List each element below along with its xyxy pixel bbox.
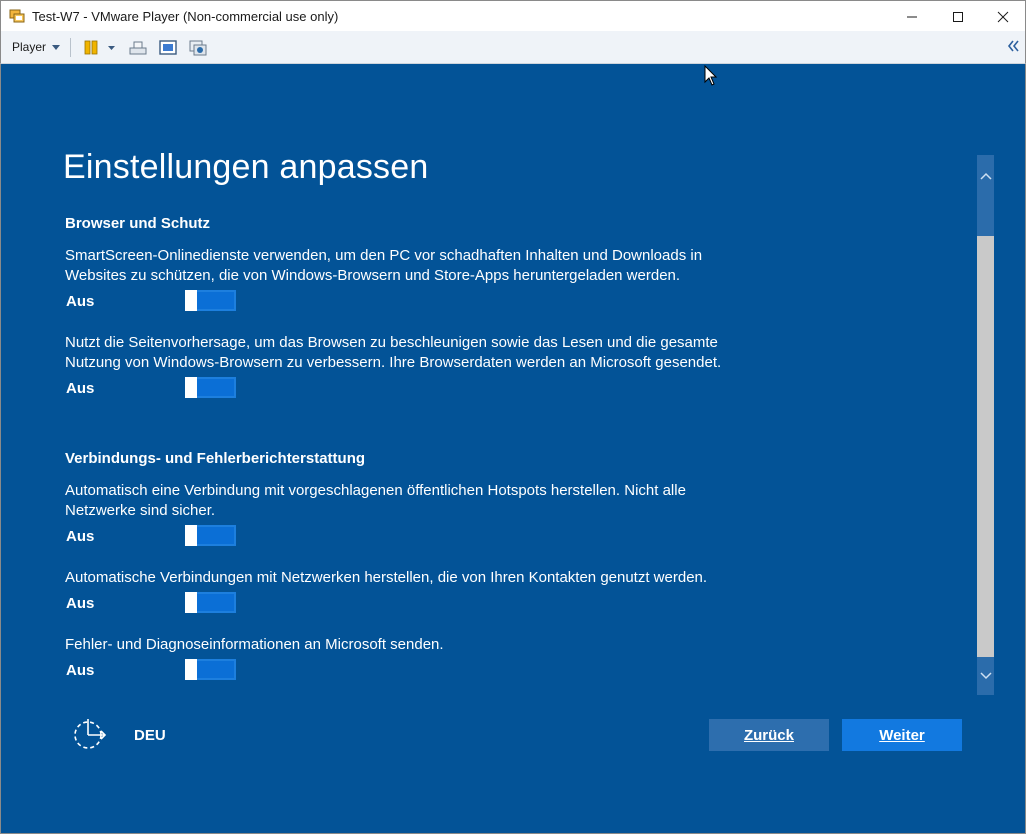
- toggle-smartscreen[interactable]: [185, 290, 236, 311]
- scrollbar-thumb[interactable]: [977, 197, 994, 236]
- toggle-knob: [185, 659, 197, 680]
- close-button[interactable]: [980, 1, 1026, 32]
- window-titlebar: Test-W7 - VMware Player (Non-commercial …: [0, 0, 1026, 31]
- close-icon: [997, 11, 1009, 22]
- setting-description-diagnostics: Fehler- und Diagnoseinformationen an Mic…: [65, 636, 444, 653]
- next-button[interactable]: Weiter: [842, 719, 962, 751]
- chevron-down-icon: [979, 672, 992, 680]
- setting-state-diagnostics: Aus: [66, 662, 95, 679]
- pause-button[interactable]: [84, 39, 116, 56]
- maximize-icon: [953, 11, 963, 22]
- player-menu[interactable]: Player: [12, 40, 61, 54]
- ease-of-access-icon: [74, 719, 107, 749]
- double-chevron-left-icon: [1007, 40, 1019, 52]
- setting-state-page-prediction: Aus: [66, 380, 95, 397]
- window-title: Test-W7 - VMware Player (Non-commercial …: [32, 9, 339, 24]
- vertical-scrollbar[interactable]: [977, 155, 994, 695]
- scroll-down-button[interactable]: [977, 657, 994, 695]
- ease-of-access-button[interactable]: [72, 718, 108, 755]
- section-heading-browser: Browser und Schutz: [65, 215, 211, 232]
- toggle-page-prediction[interactable]: [185, 377, 236, 398]
- scroll-up-button[interactable]: [977, 155, 994, 197]
- chevron-down-icon: [52, 44, 61, 50]
- ctrl-alt-del-button[interactable]: [129, 39, 147, 56]
- toggle-hotspots[interactable]: [185, 525, 236, 546]
- toggle-contact-networks[interactable]: [185, 592, 236, 613]
- page-title: Einstellungen anpassen: [63, 148, 429, 186]
- setting-state-smartscreen: Aus: [66, 293, 95, 310]
- collapse-toolbar-button[interactable]: [1007, 39, 1019, 58]
- back-button[interactable]: Zurück: [709, 719, 829, 751]
- chevron-up-icon: [979, 172, 992, 180]
- setting-description-smartscreen: SmartScreen-Onlinedienste verwenden, um …: [65, 247, 703, 284]
- setting-state-contact-networks: Aus: [66, 595, 95, 612]
- unity-button[interactable]: [189, 39, 207, 56]
- setting-state-hotspots: Aus: [66, 528, 95, 545]
- pause-icon: [84, 40, 115, 55]
- fullscreen-icon: [159, 40, 177, 55]
- maximize-button[interactable]: [935, 1, 981, 32]
- unity-icon: [189, 40, 207, 56]
- guest-screen[interactable]: Einstellungen anpassen Browser und Schut…: [0, 64, 1026, 834]
- vmware-player-icon: [9, 8, 26, 25]
- player-menu-label: Player: [12, 40, 47, 54]
- toolbar-divider: [70, 38, 71, 57]
- minimize-icon: [907, 16, 917, 17]
- toggle-diagnostics[interactable]: [185, 659, 236, 680]
- minimize-button[interactable]: [889, 1, 935, 32]
- section-heading-connectivity: Verbindungs- und Fehlerberichterstattung: [65, 450, 366, 467]
- toggle-knob: [185, 290, 197, 311]
- fullscreen-button[interactable]: [159, 39, 177, 56]
- setting-description-page-prediction: Nutzt die Seitenvorhersage, um das Brows…: [65, 334, 722, 371]
- keyboard-language-indicator[interactable]: DEU: [134, 727, 166, 744]
- player-toolbar: Player: [0, 31, 1026, 64]
- toggle-knob: [185, 377, 197, 398]
- ctrl-alt-del-icon: [129, 41, 147, 55]
- setting-description-hotspots: Automatisch eine Verbindung mit vorgesch…: [65, 482, 686, 519]
- setting-description-contact-networks: Automatische Verbindungen mit Netzwerken…: [65, 569, 708, 586]
- toggle-knob: [185, 592, 197, 613]
- toggle-knob: [185, 525, 197, 546]
- mouse-pointer-icon: [704, 65, 718, 86]
